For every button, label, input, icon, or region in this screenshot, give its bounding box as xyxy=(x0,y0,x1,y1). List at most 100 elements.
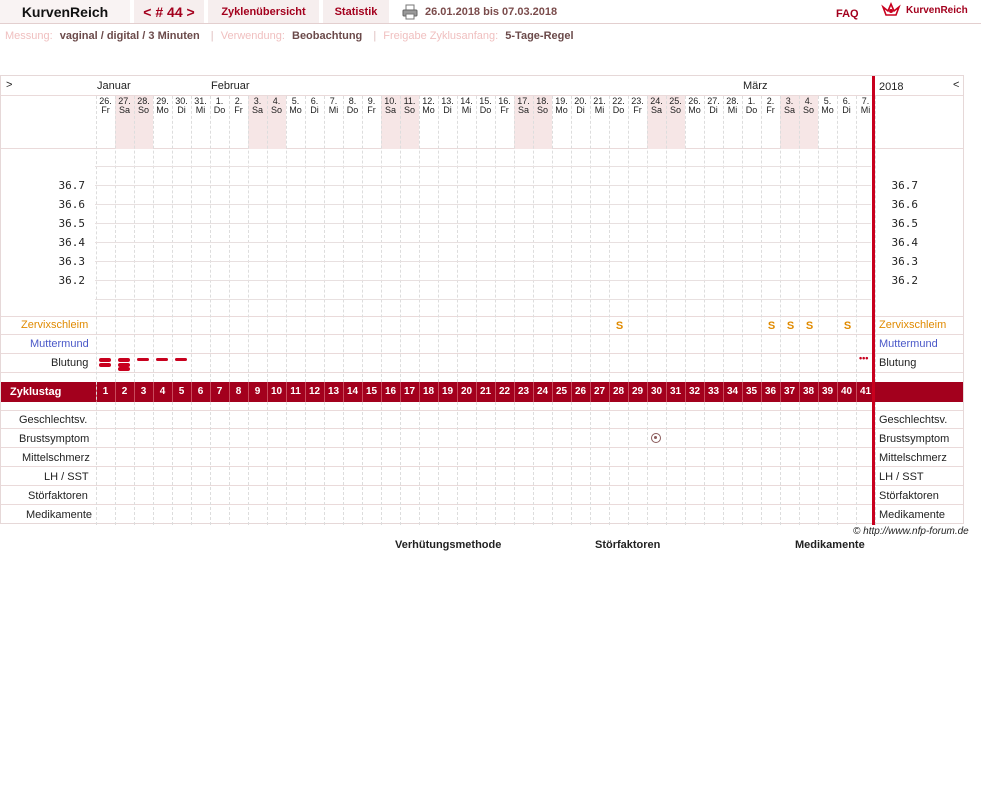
cycle-day-number[interactable]: 15 xyxy=(362,386,381,397)
cycle-day-number[interactable]: 37 xyxy=(780,386,799,397)
day-header[interactable]: 18. So xyxy=(533,97,552,115)
cycle-day-number[interactable]: 18 xyxy=(419,386,438,397)
day-header[interactable]: 29. Mo xyxy=(153,97,172,115)
crown-logo-icon[interactable] xyxy=(881,1,901,19)
cycle-day-number[interactable]: 22 xyxy=(495,386,514,397)
cycle-day-number[interactable]: 27 xyxy=(590,386,609,397)
day-header[interactable]: 15. Do xyxy=(476,97,495,115)
day-header[interactable]: 2. Fr xyxy=(229,97,248,115)
bleeding-mark[interactable] xyxy=(156,358,168,361)
nav-statistics[interactable]: Statistik xyxy=(323,0,389,23)
day-header[interactable]: 12. Mo xyxy=(419,97,438,115)
logo-text[interactable]: KurvenReich xyxy=(906,5,968,16)
cervix-mark[interactable]: S xyxy=(800,320,819,332)
cycle-day-number[interactable]: 12 xyxy=(305,386,324,397)
day-header[interactable]: 5. Mo xyxy=(286,97,305,115)
cervix-mark[interactable]: S xyxy=(781,320,800,332)
cycle-day-number[interactable]: 6 xyxy=(191,386,210,397)
day-header[interactable]: 6. Di xyxy=(305,97,324,115)
day-header[interactable]: 6. Di xyxy=(837,97,856,115)
cycle-day-number[interactable]: 33 xyxy=(704,386,723,397)
day-header[interactable]: 10. Sa xyxy=(381,97,400,115)
day-header[interactable]: 25. So xyxy=(666,97,685,115)
cycle-day-number[interactable]: 13 xyxy=(324,386,343,397)
day-header[interactable]: 9. Fr xyxy=(362,97,381,115)
previous-cycle-arrow[interactable]: > xyxy=(6,79,12,91)
printer-icon[interactable] xyxy=(402,4,418,20)
cervix-mark[interactable]: S xyxy=(762,320,781,332)
copyright[interactable]: © http://www.nfp-forum.de xyxy=(853,526,969,537)
cycle-day-number[interactable]: 39 xyxy=(818,386,837,397)
bleeding-mark[interactable] xyxy=(99,363,111,367)
day-header[interactable]: 24. Sa xyxy=(647,97,666,115)
cycle-day-number[interactable]: 8 xyxy=(229,386,248,397)
day-header[interactable]: 28. Mi xyxy=(723,97,742,115)
day-header[interactable]: 30. Di xyxy=(172,97,191,115)
cycle-day-number[interactable]: 25 xyxy=(552,386,571,397)
day-header[interactable]: 4. So xyxy=(799,97,818,115)
breast-symptom-icon[interactable] xyxy=(651,433,661,443)
day-header[interactable]: 27. Di xyxy=(704,97,723,115)
cycle-day-number[interactable]: 29 xyxy=(628,386,647,397)
cervix-mark[interactable]: S xyxy=(610,320,629,332)
cycle-day-number[interactable]: 20 xyxy=(457,386,476,397)
cycle-day-number[interactable]: 7 xyxy=(210,386,229,397)
cycle-day-number[interactable]: 21 xyxy=(476,386,495,397)
day-header[interactable]: 7. Mi xyxy=(324,97,343,115)
day-header[interactable]: 4. So xyxy=(267,97,286,115)
bleeding-mark[interactable] xyxy=(118,367,130,371)
nav-cycle-overview[interactable]: Zyklenübersicht xyxy=(208,0,319,23)
cycle-day-number[interactable]: 1 xyxy=(96,386,115,397)
cycle-day-number[interactable]: 35 xyxy=(742,386,761,397)
day-header[interactable]: 1. Do xyxy=(210,97,229,115)
day-header[interactable]: 26. Fr xyxy=(96,97,115,115)
day-header[interactable]: 23. Fr xyxy=(628,97,647,115)
day-header[interactable]: 27. Sa xyxy=(115,97,134,115)
brand-title[interactable]: KurvenReich xyxy=(0,0,130,23)
bleeding-mark[interactable] xyxy=(118,358,130,362)
bleeding-mark[interactable] xyxy=(99,358,111,362)
day-header[interactable]: 11. So xyxy=(400,97,419,115)
day-header[interactable]: 13. Di xyxy=(438,97,457,115)
cycle-day-number[interactable]: 19 xyxy=(438,386,457,397)
cycle-day-number[interactable]: 9 xyxy=(248,386,267,397)
day-header[interactable]: 31. Mi xyxy=(191,97,210,115)
day-header[interactable]: 22. Do xyxy=(609,97,628,115)
day-header[interactable]: 17. Sa xyxy=(514,97,533,115)
cycle-day-number[interactable]: 3 xyxy=(134,386,153,397)
cycle-day-number[interactable]: 23 xyxy=(514,386,533,397)
day-header[interactable]: 21. Mi xyxy=(590,97,609,115)
cycle-day-number[interactable]: 16 xyxy=(381,386,400,397)
day-header[interactable]: 1. Do xyxy=(742,97,761,115)
cycle-navigator[interactable]: < # 44 > xyxy=(134,0,204,23)
day-header[interactable]: 5. Mo xyxy=(818,97,837,115)
cycle-day-number[interactable]: 10 xyxy=(267,386,286,397)
day-header[interactable]: 3. Sa xyxy=(248,97,267,115)
cycle-day-number[interactable]: 26 xyxy=(571,386,590,397)
bleeding-mark[interactable] xyxy=(137,358,149,361)
cycle-day-number[interactable]: 32 xyxy=(685,386,704,397)
cycle-day-number[interactable]: 24 xyxy=(533,386,552,397)
cycle-day-number[interactable]: 14 xyxy=(343,386,362,397)
cycle-day-number[interactable]: 5 xyxy=(172,386,191,397)
day-header[interactable]: 3. Sa xyxy=(780,97,799,115)
cycle-day-number[interactable]: 4 xyxy=(153,386,172,397)
bleeding-mark[interactable] xyxy=(175,358,187,361)
cycle-day-number[interactable]: 31 xyxy=(666,386,685,397)
day-header[interactable]: 28. So xyxy=(134,97,153,115)
cycle-day-number[interactable]: 36 xyxy=(761,386,780,397)
cycle-day-number[interactable]: 38 xyxy=(799,386,818,397)
day-header[interactable]: 26. Mo xyxy=(685,97,704,115)
cycle-day-number[interactable]: 34 xyxy=(723,386,742,397)
cycle-day-number[interactable]: 28 xyxy=(609,386,628,397)
cycle-day-number[interactable]: 17 xyxy=(400,386,419,397)
cycle-day-number[interactable]: 2 xyxy=(115,386,134,397)
day-header[interactable]: 8. Do xyxy=(343,97,362,115)
day-header[interactable]: 19. Mo xyxy=(552,97,571,115)
cycle-day-number[interactable]: 40 xyxy=(837,386,856,397)
day-header[interactable]: 16. Fr xyxy=(495,97,514,115)
faq-link[interactable]: FAQ xyxy=(836,8,859,20)
day-header[interactable]: 2. Fr xyxy=(761,97,780,115)
day-header[interactable]: 20. Di xyxy=(571,97,590,115)
cycle-day-number[interactable]: 30 xyxy=(647,386,666,397)
